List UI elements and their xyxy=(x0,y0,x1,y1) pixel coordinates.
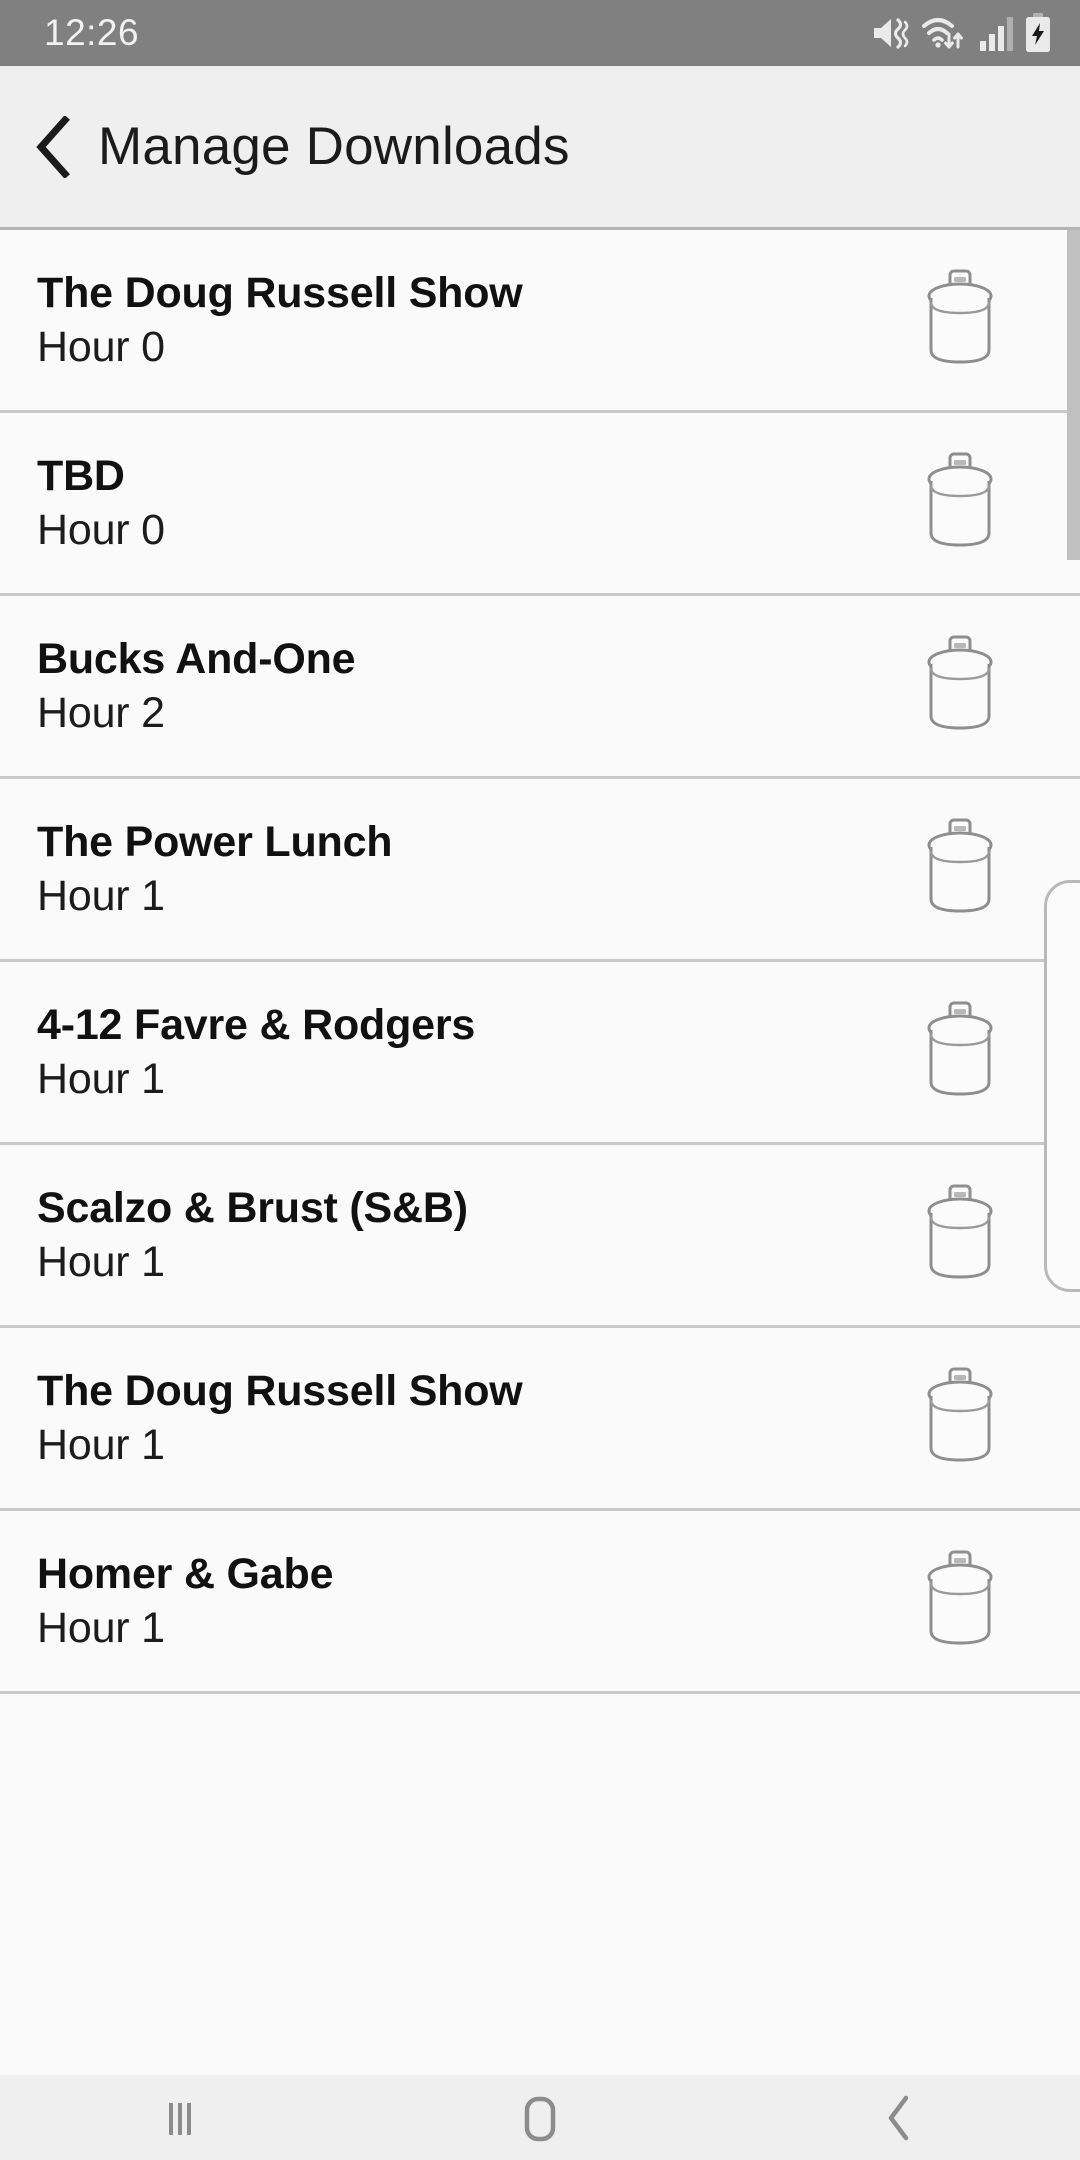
list-item-text: Bucks And-One Hour 2 xyxy=(37,635,900,737)
trash-icon xyxy=(917,268,1003,372)
list-item-text: Scalzo & Brust (S&B) Hour 1 xyxy=(37,1184,900,1286)
list-item-text: The Power Lunch Hour 1 xyxy=(37,818,900,920)
list-item-subtitle: Hour 1 xyxy=(37,1421,165,1469)
trash-icon xyxy=(917,1000,1003,1104)
delete-download-button[interactable] xyxy=(900,1165,1020,1305)
status-bar-clock: 12:26 xyxy=(44,12,140,53)
list-item-subtitle: Hour 0 xyxy=(37,323,165,371)
list-item-subtitle: Hour 1 xyxy=(37,1055,165,1103)
list-item-title: Bucks And-One xyxy=(37,634,356,683)
download-list-item[interactable]: Bucks And-One Hour 2 xyxy=(0,596,1080,779)
delete-download-button[interactable] xyxy=(900,616,1020,756)
list-item-title: The Doug Russell Show xyxy=(37,1366,523,1415)
list-item-text: Homer & Gabe Hour 1 xyxy=(37,1550,900,1652)
delete-download-button[interactable] xyxy=(900,982,1020,1122)
status-bar: 12:26 xyxy=(0,0,1080,66)
list-item-title: 4-12 Favre & Rodgers xyxy=(37,1000,476,1049)
list-item-subtitle: Hour 1 xyxy=(37,872,165,920)
vertical-scrollbar[interactable] xyxy=(1067,230,1080,560)
list-item-subtitle: Hour 0 xyxy=(37,506,165,554)
phone-screen: 12:26 Manage Downloads The Doug Russell … xyxy=(0,0,1080,2160)
list-item-title: Homer & Gabe xyxy=(37,1549,334,1598)
downloads-list-container[interactable]: The Doug Russell Show Hour 0 TBD Hour 0 Buck… xyxy=(0,230,1080,2075)
trash-icon xyxy=(917,1183,1003,1287)
battery-charging-icon xyxy=(1024,13,1052,53)
back-icon xyxy=(880,2093,920,2143)
status-bar-icons xyxy=(871,13,1052,53)
list-item-title: TBD xyxy=(37,451,125,500)
trash-icon xyxy=(917,1366,1003,1470)
list-item-text: The Doug Russell Show Hour 1 xyxy=(37,1367,900,1469)
list-item-title: Scalzo & Brust (S&B) xyxy=(37,1183,468,1232)
download-list-item[interactable]: Scalzo & Brust (S&B) Hour 1 xyxy=(0,1145,1080,1328)
trash-icon xyxy=(917,817,1003,921)
home-icon xyxy=(517,2093,563,2143)
trash-icon xyxy=(917,451,1003,555)
app-bar: Manage Downloads xyxy=(0,66,1080,230)
back-chevron-icon[interactable] xyxy=(24,109,84,185)
recents-button[interactable] xyxy=(90,2075,270,2160)
list-item-subtitle: Hour 1 xyxy=(37,1238,165,1286)
trash-icon xyxy=(917,1549,1003,1653)
page-title: Manage Downloads xyxy=(98,117,570,176)
downloads-list: The Doug Russell Show Hour 0 TBD Hour 0 Buck… xyxy=(0,230,1080,1694)
download-list-item[interactable]: TBD Hour 0 xyxy=(0,413,1080,596)
home-button[interactable] xyxy=(450,2075,630,2160)
download-list-item[interactable]: Homer & Gabe Hour 1 xyxy=(0,1511,1080,1694)
list-item-title: The Power Lunch xyxy=(37,817,393,866)
delete-download-button[interactable] xyxy=(900,1531,1020,1671)
wifi-icon xyxy=(922,14,968,52)
download-list-item[interactable]: The Doug Russell Show Hour 0 xyxy=(0,230,1080,413)
list-item-text: The Doug Russell Show Hour 0 xyxy=(37,269,900,371)
delete-download-button[interactable] xyxy=(900,799,1020,939)
download-list-item[interactable]: The Doug Russell Show Hour 1 xyxy=(0,1328,1080,1511)
list-item-subtitle: Hour 1 xyxy=(37,1604,165,1652)
list-item-subtitle: Hour 2 xyxy=(37,689,165,737)
android-navigation-bar xyxy=(0,2075,1080,2160)
cellular-signal-icon xyxy=(979,14,1013,52)
list-item-text: 4-12 Favre & Rodgers Hour 1 xyxy=(37,1001,900,1103)
recents-icon xyxy=(157,2095,203,2141)
back-button[interactable] xyxy=(810,2075,990,2160)
mute-vibrate-icon xyxy=(871,14,911,52)
trash-icon xyxy=(917,634,1003,738)
delete-download-button[interactable] xyxy=(900,433,1020,573)
download-list-item[interactable]: 4-12 Favre & Rodgers Hour 1 xyxy=(0,962,1080,1145)
delete-download-button[interactable] xyxy=(900,250,1020,390)
delete-download-button[interactable] xyxy=(900,1348,1020,1488)
download-list-item[interactable]: The Power Lunch Hour 1 xyxy=(0,779,1080,962)
list-item-text: TBD Hour 0 xyxy=(37,452,900,554)
list-item-title: The Doug Russell Show xyxy=(37,268,523,317)
